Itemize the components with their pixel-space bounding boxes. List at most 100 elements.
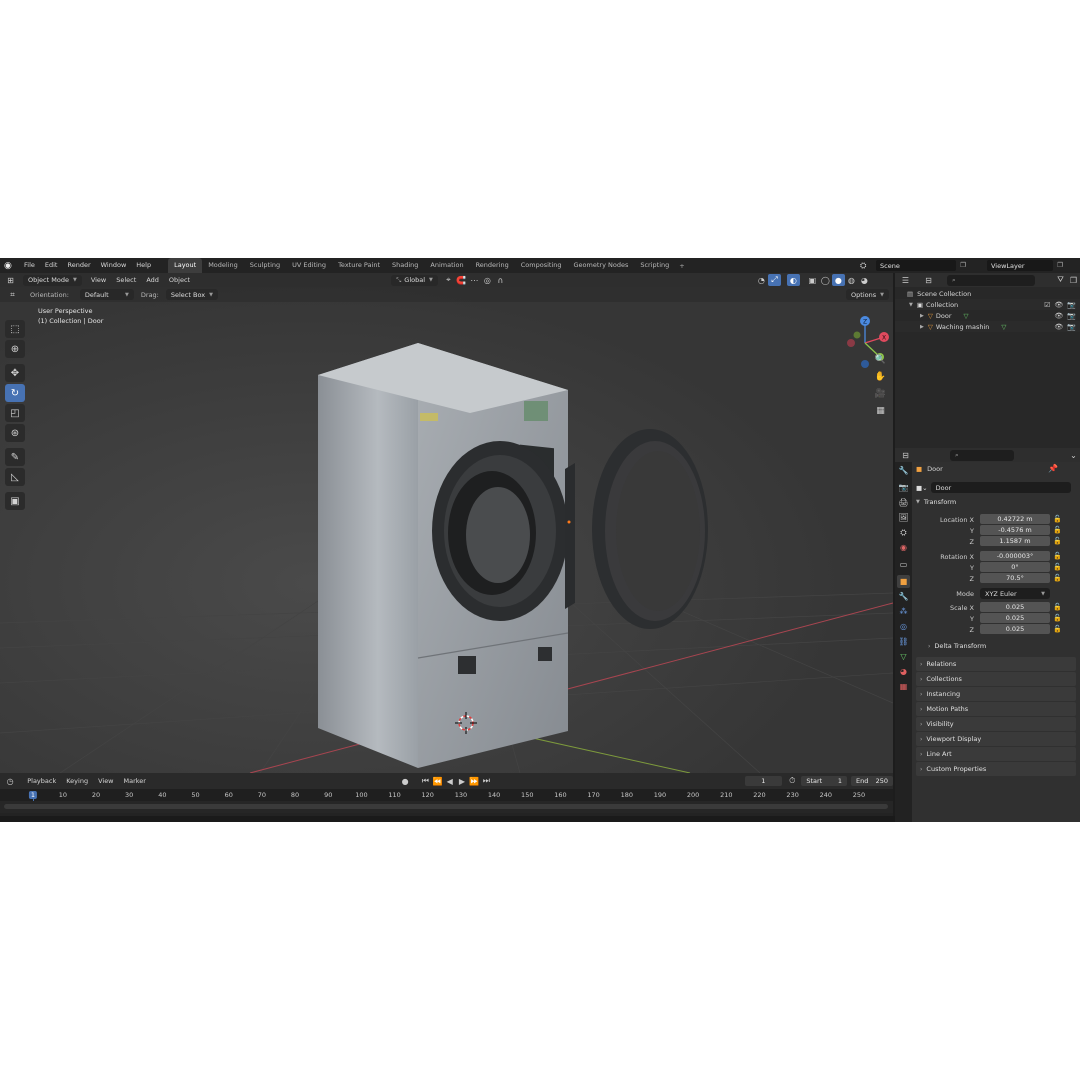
menu-keying[interactable]: Keying <box>61 777 93 785</box>
proportional-editing-icon[interactable]: ◎ <box>481 274 494 286</box>
timeline-scrollbar[interactable] <box>4 804 888 809</box>
drag-dropdown[interactable]: Select Box ▼ <box>165 289 218 300</box>
scale-z-field[interactable]: 0.025 <box>980 624 1050 634</box>
tree-item-door[interactable]: ▶ ▽ Door ▽ 👁 📷 <box>895 310 1080 321</box>
lock-icon[interactable]: 🔓 <box>1053 537 1062 545</box>
visibility-eye-icon[interactable]: 👁 <box>1054 301 1063 309</box>
tree-item-collection[interactable]: ▼ ▣ Collection ☑ 👁 📷 <box>895 299 1080 310</box>
tab-geometry-nodes[interactable]: Geometry Nodes <box>568 258 635 273</box>
expand-arrow-icon[interactable]: ▼ <box>909 302 913 308</box>
options-dropdown[interactable]: Options ▼ <box>846 289 889 300</box>
xray-toggle-icon[interactable]: ▣ <box>806 274 819 286</box>
tab-uv-editing[interactable]: UV Editing <box>286 258 332 273</box>
measure-tool-icon[interactable]: ◺ <box>5 468 25 486</box>
cursor-tool-icon[interactable]: ⊕ <box>5 340 25 358</box>
shading-material-icon[interactable]: ◍ <box>845 274 858 286</box>
outliner-search-input[interactable]: ⌕ <box>947 274 1035 286</box>
tab-rendering[interactable]: Rendering <box>470 258 515 273</box>
tab-layout[interactable]: Layout <box>168 258 203 273</box>
texture-tab-icon[interactable]: ▦ <box>897 680 910 693</box>
render-tab-icon[interactable]: 📷 <box>897 481 910 494</box>
jump-start-icon[interactable]: ⏮ <box>419 775 431 787</box>
panel-collections[interactable]: › Collections <box>916 672 1076 686</box>
tool-tab-icon[interactable]: 🔧 <box>897 464 910 477</box>
scene-tab-icon[interactable]: ⛭ <box>897 526 910 539</box>
move-tool-icon[interactable]: ✥ <box>5 364 25 382</box>
tab-scripting[interactable]: Scripting <box>634 258 675 273</box>
3d-viewport[interactable]: ⊞ Object Mode ▼ View Select Add Object ⤡ … <box>0 273 893 773</box>
mesh-data-icon[interactable]: ▽ <box>964 312 969 320</box>
jump-prev-key-icon[interactable]: ⏪ <box>431 775 443 787</box>
view-layer-tab-icon[interactable]: 🖼 <box>897 511 910 524</box>
end-frame-field[interactable]: End 250 <box>851 776 893 786</box>
record-icon[interactable]: ● <box>399 775 411 787</box>
play-reverse-icon[interactable]: ◀ <box>444 775 456 787</box>
tab-texture-paint[interactable]: Texture Paint <box>332 258 386 273</box>
editor-type-icon[interactable]: ⊞ <box>4 274 17 286</box>
panel-instancing[interactable]: › Instancing <box>916 687 1076 701</box>
rotation-mode-dropdown[interactable]: XYZ Euler ▼ <box>980 588 1050 599</box>
menu-render[interactable]: Render <box>62 258 95 273</box>
constraints-tab-icon[interactable]: ⛓ <box>897 635 910 648</box>
menu-view[interactable]: View <box>86 276 111 284</box>
new-collection-icon[interactable]: ❐ <box>1067 274 1080 286</box>
play-icon[interactable]: ▶ <box>456 775 468 787</box>
panel-custom-properties[interactable]: › Custom Properties <box>916 762 1076 776</box>
menu-add[interactable]: Add <box>141 276 164 284</box>
location-z-field[interactable]: 1.1587 m <box>980 536 1050 546</box>
filter-icon[interactable]: ⛛ <box>1054 274 1067 286</box>
panel-viewport-display[interactable]: › Viewport Display <box>916 732 1076 746</box>
lock-icon[interactable]: 🔓 <box>1053 563 1062 571</box>
object-data-icon[interactable]: ■⌄ <box>916 484 928 492</box>
pin-icon[interactable]: 📌 <box>1048 464 1058 473</box>
location-y-field[interactable]: -0.4576 m <box>980 525 1050 535</box>
add-workspace-icon[interactable]: + <box>675 262 688 270</box>
data-tab-icon[interactable]: ▽ <box>897 650 910 663</box>
tree-item-scene-collection[interactable]: ▤ Scene Collection <box>895 288 1080 299</box>
lock-icon[interactable]: 🔓 <box>1053 603 1062 611</box>
orientation-dropdown[interactable]: Default ▼ <box>79 289 134 300</box>
scale-x-field[interactable]: 0.025 <box>980 602 1050 612</box>
new-view-layer-icon[interactable]: ❐ <box>1057 261 1063 269</box>
display-mode-icon[interactable]: ⊟ <box>922 274 935 286</box>
mesh-data-icon[interactable]: ▽ <box>1001 323 1006 331</box>
overlays-toggle-icon[interactable]: ◐ <box>786 274 800 286</box>
menu-select[interactable]: Select <box>111 276 141 284</box>
modifiers-tab-icon[interactable]: 🔧 <box>897 590 910 603</box>
annotate-tool-icon[interactable]: ✎ <box>5 448 25 466</box>
object-name-field[interactable]: Door <box>930 482 1071 493</box>
pan-hand-icon[interactable]: ✋ <box>873 369 888 384</box>
rotate-tool-icon[interactable]: ↻ <box>5 384 25 402</box>
new-scene-icon[interactable]: ❐ <box>960 261 966 269</box>
exclude-checkbox-icon[interactable]: ☑ <box>1044 301 1050 309</box>
falloff-icon[interactable]: ∩ <box>494 274 507 286</box>
object-tab-icon[interactable]: ■ <box>897 575 910 588</box>
lock-icon[interactable]: 🔓 <box>1053 526 1062 534</box>
visibility-icon[interactable]: ◔ <box>755 274 768 286</box>
menu-edit[interactable]: Edit <box>40 258 63 273</box>
shading-wireframe-icon[interactable]: ◯ <box>819 274 832 286</box>
menu-playback[interactable]: Playback <box>22 777 61 785</box>
properties-search-input[interactable]: ⌕ <box>950 449 1014 461</box>
material-tab-icon[interactable]: ◕ <box>897 665 910 678</box>
rotation-z-field[interactable]: 70.5° <box>980 573 1050 583</box>
tab-modeling[interactable]: Modeling <box>202 258 244 273</box>
menu-object[interactable]: Object <box>164 276 195 284</box>
gizmo-toggle-icon[interactable]: ⤢ <box>767 274 781 286</box>
panel-visibility[interactable]: › Visibility <box>916 717 1076 731</box>
panel-relations[interactable]: › Relations <box>916 657 1076 671</box>
lock-icon[interactable]: 🔓 <box>1053 625 1062 633</box>
menu-timeline-view[interactable]: View <box>93 777 118 785</box>
scene-icon[interactable]: ⛭ <box>860 261 866 271</box>
menu-file[interactable]: File <box>19 258 40 273</box>
transform-tool-icon[interactable]: ⊛ <box>5 424 25 442</box>
lock-icon[interactable]: 🔓 <box>1053 515 1062 523</box>
render-camera-icon[interactable]: 📷 <box>1067 323 1076 331</box>
menu-marker[interactable]: Marker <box>119 777 151 785</box>
shading-solid-icon[interactable]: ● <box>831 274 845 286</box>
scale-y-field[interactable]: 0.025 <box>980 613 1050 623</box>
scale-tool-icon[interactable]: ◰ <box>5 404 25 422</box>
properties-editor-icon[interactable]: ⊟ <box>899 449 912 461</box>
outliner-editor-icon[interactable]: ☰ <box>899 274 912 286</box>
zoom-icon[interactable]: 🔍 <box>873 352 888 367</box>
